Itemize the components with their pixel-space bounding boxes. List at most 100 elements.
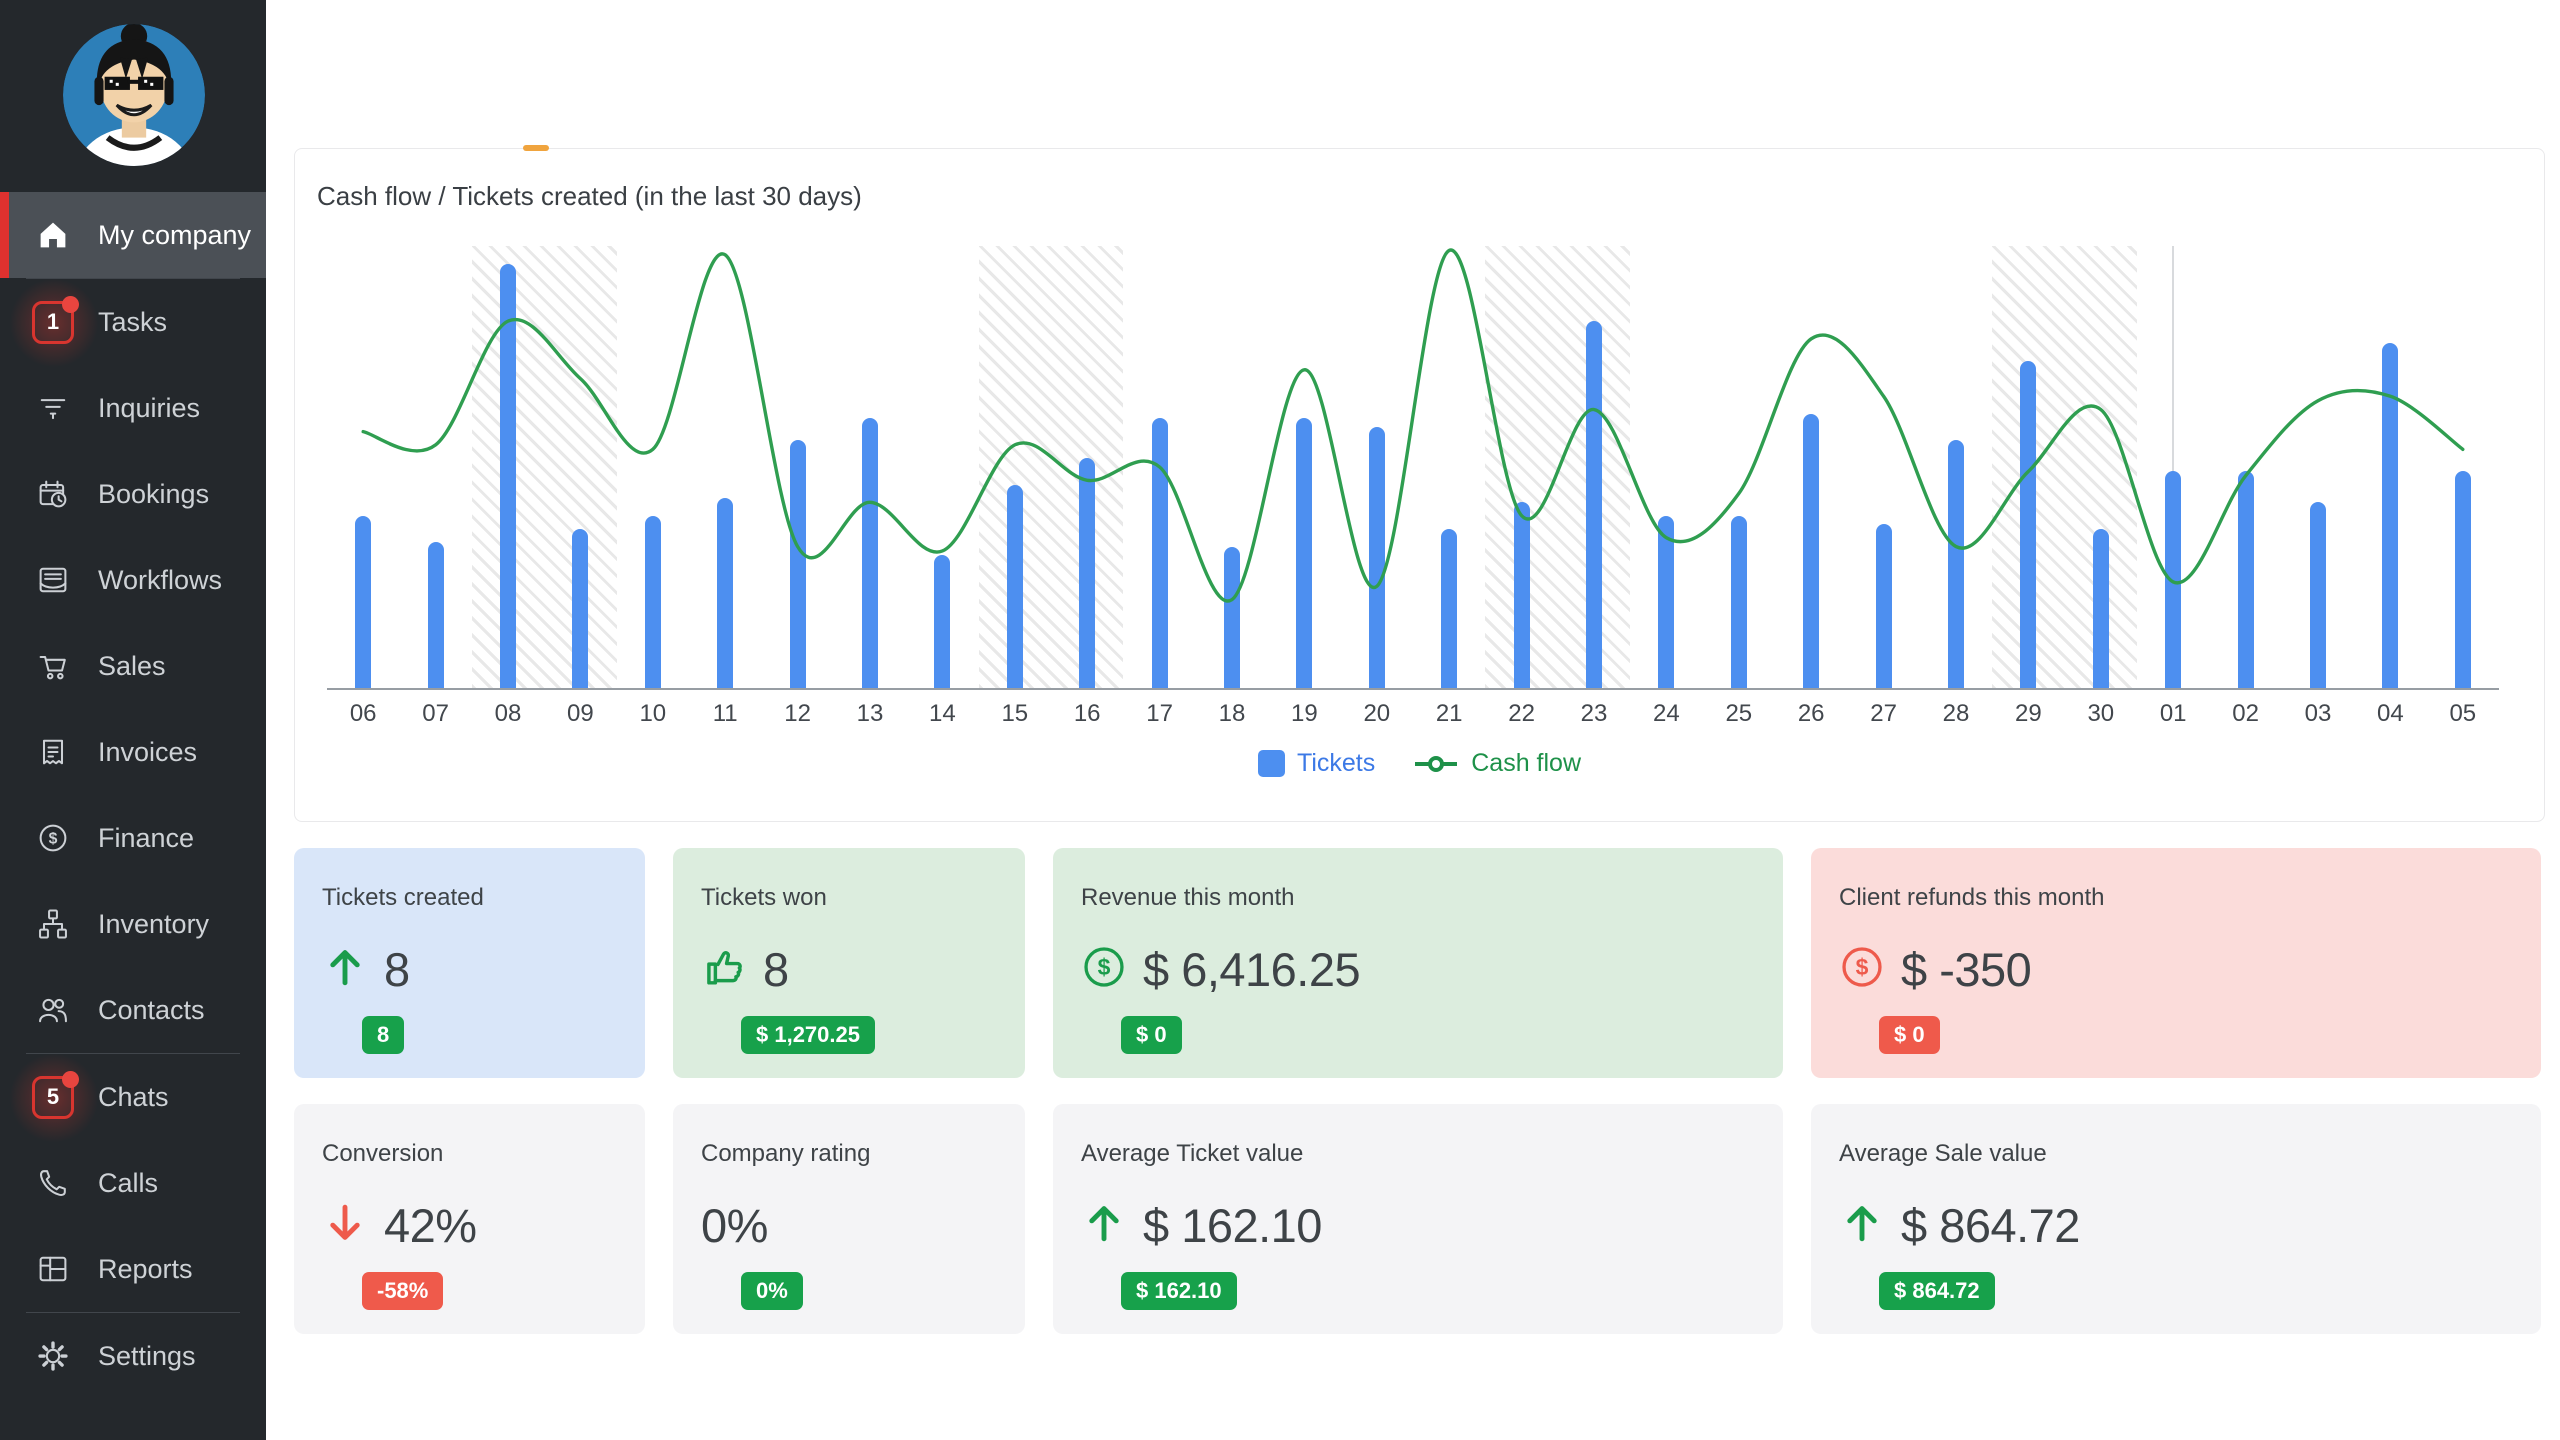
x-tick-label: 07 [400,700,472,728]
stat-title: Company rating [701,1140,997,1168]
x-tick-label: 30 [2065,700,2137,728]
home-icon [35,217,71,253]
stat-badge: $ 864.72 [1879,1272,1995,1310]
tickets-bar-19 [1296,418,1312,688]
cart-icon-box [30,643,76,689]
sidebar-item-my-company[interactable]: My company [0,192,266,278]
sidebar-item-contacts[interactable]: Contacts [0,967,266,1053]
stat-card-client-refunds-this-month: Client refunds this month$$ -350$ 0 [1811,848,2541,1078]
stat-card-average-sale-value: Average Sale value$ 864.72$ 864.72 [1811,1104,2541,1334]
sidebar-item-chats[interactable]: 5Chats [0,1054,266,1140]
sidebar-item-bookings[interactable]: Bookings [0,451,266,537]
sidebar-item-inquiries[interactable]: Inquiries [0,365,266,451]
arrow-up-icon [1081,1200,1127,1251]
sidebar-item-calls[interactable]: Calls [0,1140,266,1226]
reports-icon [35,1251,71,1287]
x-tick-label: 03 [2282,700,2354,728]
chart-card: Cash flow / Tickets created (in the last… [294,148,2545,822]
arrow-down-icon [322,1200,368,1251]
sidebar-item-label: Settings [98,1341,196,1372]
stat-card-tickets-won: Tickets won8$ 1,270.25 [673,848,1025,1078]
stat-value-row: 42% [322,1196,617,1254]
stat-title: Tickets won [701,884,997,912]
stat-value: $ 162.10 [1143,1198,1322,1253]
inventory-icon [35,906,71,942]
tickets-bar-17 [1152,418,1168,688]
stat-value-row: 8 [322,940,617,998]
accent-dash [523,145,549,151]
finance-icon: $ [35,820,71,856]
x-tick-label: 29 [1992,700,2064,728]
x-tick-label: 15 [979,700,1051,728]
sidebar-item-label: Reports [98,1254,193,1285]
user-avatar[interactable] [63,24,205,166]
tickets-bar-29 [2020,361,2036,688]
x-tick-label: 26 [1775,700,1847,728]
stats-row-1: Tickets created88Tickets won8$ 1,270.25R… [294,848,2541,1078]
x-tick-label: 06 [327,700,399,728]
stat-card-company-rating: Company rating0%0% [673,1104,1025,1334]
legend-item-cashflow[interactable]: Cash flow [1413,749,1581,778]
x-axis-labels: 0607080910111213141516171819202122232425… [327,700,2499,730]
sidebar-item-inventory[interactable]: Inventory [0,881,266,967]
badge-dot [62,1071,79,1088]
tickets-bar-02 [2238,471,2254,688]
sidebar-item-reports[interactable]: Reports [0,1226,266,1312]
stat-value-row: $ 162.10 [1081,1196,1755,1254]
gear-icon-box [30,1333,76,1379]
tickets-bar-30 [2093,529,2109,688]
workflow-icon [35,562,71,598]
tickets-bar-21 [1441,529,1457,688]
x-tick-label: 25 [1703,700,1775,728]
x-tick-label: 09 [544,700,616,728]
sidebar-item-tasks[interactable]: 1Tasks [0,279,266,365]
tickets-bar-04 [2382,343,2398,688]
finance-icon-box: $ [30,815,76,861]
tickets-bar-09 [572,529,588,688]
stat-card-revenue-this-month: Revenue this month$$ 6,416.25$ 0 [1053,848,1783,1078]
sidebar-item-finance[interactable]: $Finance [0,795,266,881]
stat-value: 0% [701,1198,768,1253]
x-tick-label: 24 [1630,700,1702,728]
stat-value-row: $$ 6,416.25 [1081,940,1755,998]
stat-card-average-ticket-value: Average Ticket value$ 162.10$ 162.10 [1053,1104,1783,1334]
stat-badge: 8 [362,1016,404,1054]
stat-value: $ 6,416.25 [1143,942,1360,997]
sidebar-item-workflows[interactable]: Workflows [0,537,266,623]
badge-icon-box: 5 [30,1074,76,1120]
tickets-bar-08 [500,264,516,688]
tickets-bar-13 [862,418,878,688]
tickets-bar-28 [1948,440,1964,688]
tickets-bar-20 [1369,427,1385,688]
weekend-band [979,246,1124,688]
x-tick-label: 10 [617,700,689,728]
invoice-icon-box [30,729,76,775]
sidebar-item-settings[interactable]: Settings [0,1313,266,1399]
sidebar-item-sales[interactable]: Sales [0,623,266,709]
weekend-band [472,246,617,688]
invoice-icon [35,734,71,770]
x-tick-label: 04 [2354,700,2426,728]
stat-value: $ 864.72 [1901,1198,2080,1253]
sidebar: My company1Tasks Inquiries BookingsWorkflo… [0,0,266,1440]
stat-value: $ -350 [1901,942,2031,997]
stat-value-row: 0% [701,1196,997,1254]
sidebar-item-label: Contacts [98,995,205,1026]
workflow-icon-box [30,557,76,603]
contacts-icon [35,992,71,1028]
cashflow-swatch-icon [1413,753,1459,775]
dollar-circle-icon: $ [1839,944,1885,995]
x-tick-label: 13 [834,700,906,728]
tickets-bar-12 [790,440,806,688]
x-tick-label: 23 [1558,700,1630,728]
avatar-image [63,24,205,166]
sidebar-item-label: Inquiries [98,393,200,424]
legend-item-tickets[interactable]: Tickets [1258,749,1375,778]
svg-text:$: $ [1856,953,1869,979]
tickets-bar-14 [934,555,950,688]
sidebar-item-label: Sales [98,651,166,682]
x-tick-label: 27 [1848,700,1920,728]
stat-badge: $ 1,270.25 [741,1016,875,1054]
stat-title: Revenue this month [1081,884,1755,912]
sidebar-item-invoices[interactable]: Invoices [0,709,266,795]
